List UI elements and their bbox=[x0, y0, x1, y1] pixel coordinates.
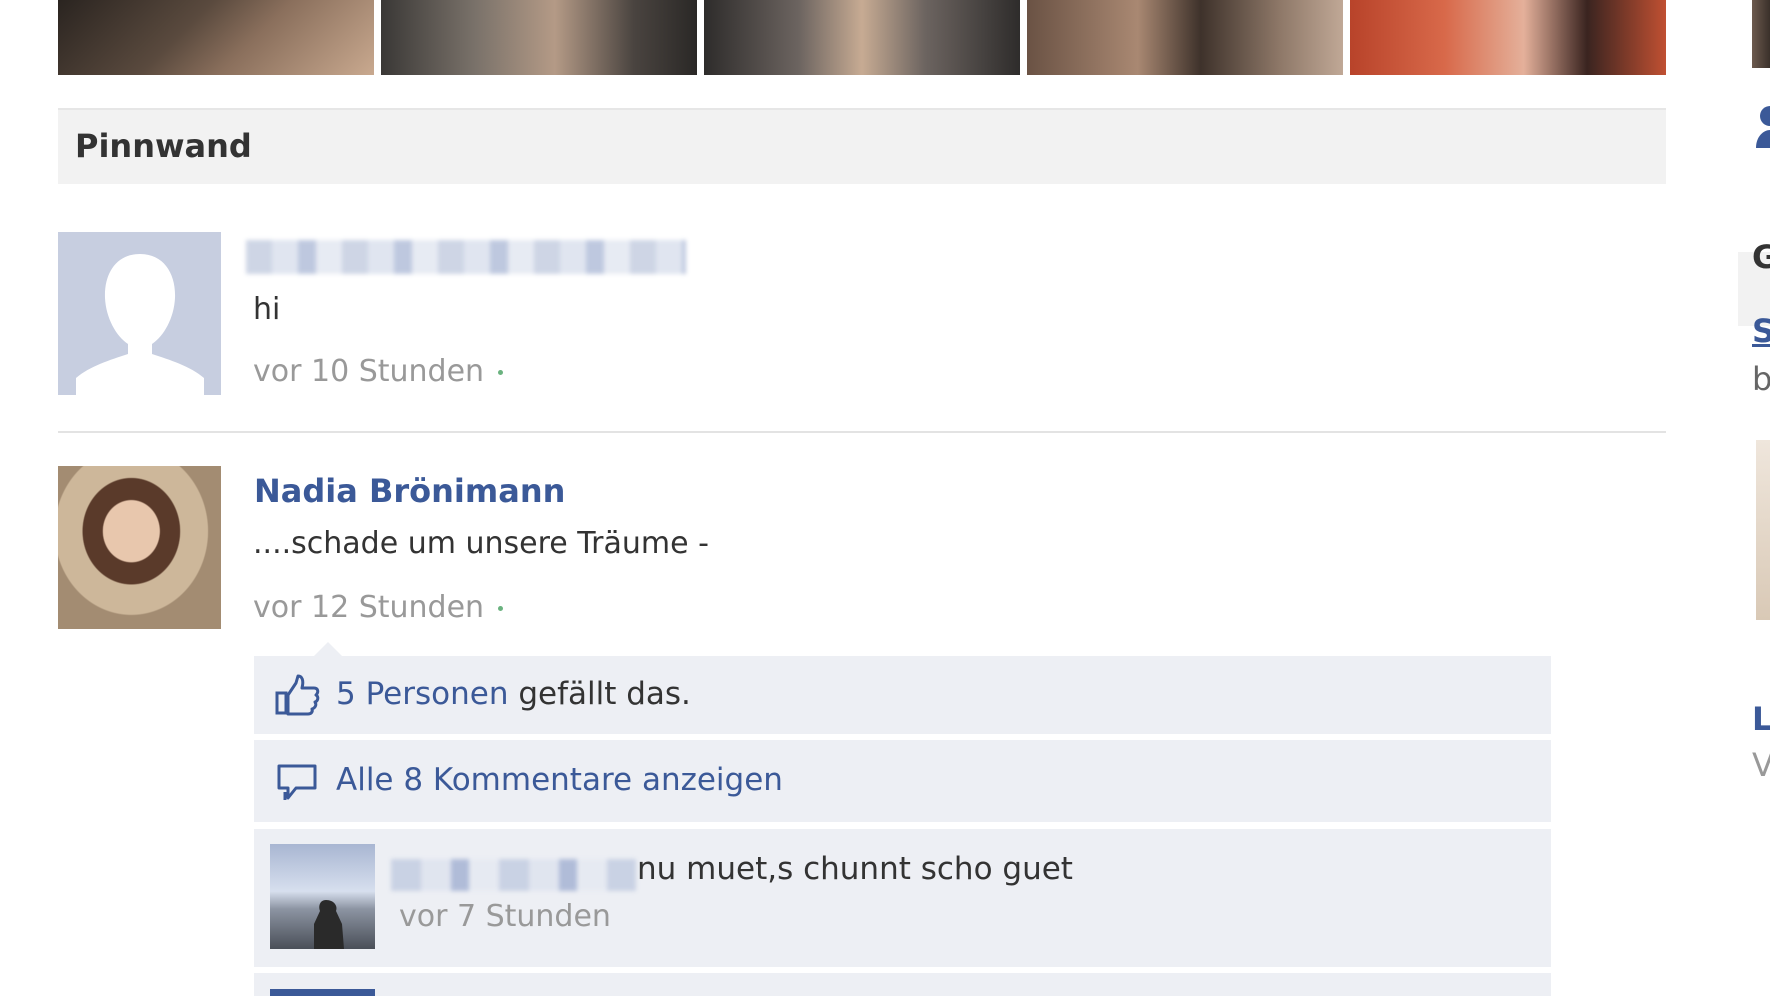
likes-suffix: gefällt das. bbox=[508, 676, 691, 712]
commenter-name[interactable] bbox=[391, 859, 636, 891]
right-text-2: V bbox=[1752, 746, 1770, 784]
likes-text: 5 Personen gefällt das. bbox=[336, 676, 691, 712]
commenter-avatar[interactable] bbox=[270, 844, 375, 949]
profile-photo-3[interactable] bbox=[704, 0, 1020, 75]
post-time-label[interactable]: vor 12 Stunden bbox=[253, 590, 484, 625]
post-timestamp[interactable]: vor 10 Stunden bbox=[253, 354, 504, 389]
right-link-2[interactable]: L bbox=[1752, 700, 1770, 738]
person-silhouette-icon bbox=[314, 900, 344, 949]
right-text-1: b bbox=[1752, 360, 1770, 398]
separator-dot-icon bbox=[498, 370, 504, 375]
post-author-name[interactable] bbox=[246, 240, 686, 274]
profile-photo-2[interactable] bbox=[381, 0, 697, 75]
wall-header: Pinnwand bbox=[58, 108, 1666, 184]
post-time-label[interactable]: vor 10 Stunden bbox=[253, 354, 484, 389]
view-comments-row[interactable]: Alle 8 Kommentare anzeigen bbox=[254, 740, 1551, 822]
speech-bubble-icon bbox=[274, 762, 320, 808]
wall-post: hi vor 10 Stunden bbox=[58, 232, 1666, 402]
feedback-pointer bbox=[314, 642, 342, 656]
profile-photo-strip bbox=[58, 0, 1666, 75]
author-avatar[interactable] bbox=[58, 466, 221, 629]
right-thumbnail[interactable] bbox=[1756, 440, 1770, 620]
profile-photo-1[interactable] bbox=[58, 0, 374, 75]
view-comments-link[interactable]: Alle 8 Kommentare anzeigen bbox=[336, 762, 783, 798]
post-timestamp[interactable]: vor 12 Stunden bbox=[253, 590, 504, 625]
post-divider bbox=[58, 431, 1666, 433]
comment-item: nu muet,s chunnt scho guet vor 7 Stunden bbox=[254, 829, 1551, 967]
person-icon bbox=[1752, 102, 1770, 148]
likes-count-link[interactable]: 5 Personen bbox=[336, 676, 508, 712]
comment-timestamp[interactable]: vor 7 Stunden bbox=[399, 899, 611, 934]
default-avatar[interactable] bbox=[58, 232, 221, 395]
profile-photo-5[interactable] bbox=[1350, 0, 1666, 75]
right-column-photo[interactable] bbox=[1752, 0, 1770, 68]
post-author-name[interactable]: Nadia Brönimann bbox=[254, 472, 565, 510]
profile-photo-4[interactable] bbox=[1027, 0, 1343, 75]
thumbs-up-icon bbox=[274, 674, 320, 720]
separator-dot-icon bbox=[498, 606, 504, 611]
likes-row: 5 Personen gefällt das. bbox=[254, 656, 1551, 734]
right-box-title: G bbox=[1752, 238, 1770, 276]
comment-text: nu muet,s chunnt scho guet bbox=[637, 851, 1073, 887]
wall-title: Pinnwand bbox=[75, 127, 252, 165]
commenter-avatar[interactable] bbox=[270, 989, 375, 996]
comment-item bbox=[254, 973, 1551, 996]
right-link-1[interactable]: S bbox=[1752, 312, 1770, 350]
post-message: hi bbox=[253, 292, 281, 327]
silhouette-icon bbox=[58, 232, 221, 395]
post-message: ....schade um unsere Träume - bbox=[253, 526, 709, 561]
